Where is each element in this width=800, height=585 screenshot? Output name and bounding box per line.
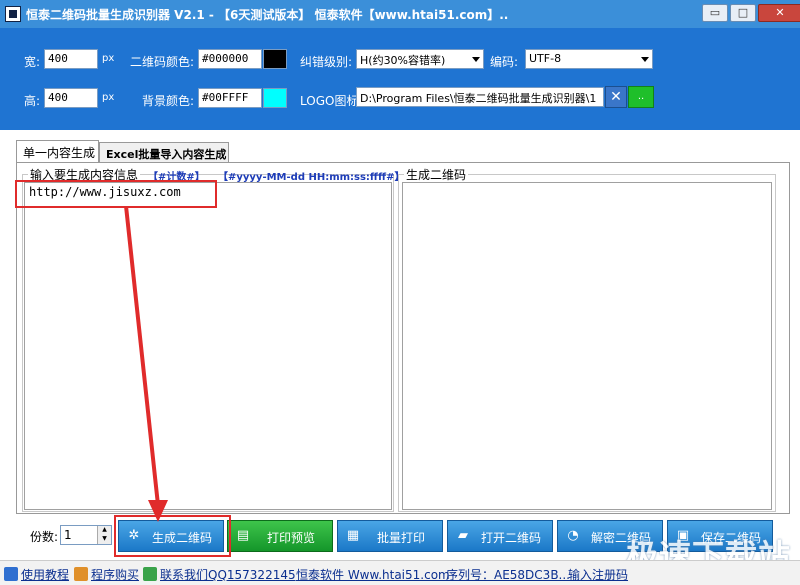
website-label: 恒泰软件 Www.htai51.com xyxy=(296,568,450,582)
copies-stepper[interactable]: 1 ▲ ▼ xyxy=(60,525,112,545)
qr-preview-area xyxy=(402,182,772,510)
qr-color-swatch[interactable] xyxy=(263,49,287,69)
window-title: 恒泰二维码批量生成识别器 V2.1 - 【6天测试版本】 恒泰软件【www.ht… xyxy=(26,8,509,22)
batch-printer-icon: ▦ xyxy=(346,528,360,543)
print-preview-label: 打印预览 xyxy=(266,531,315,545)
stepper-down-icon[interactable]: ▼ xyxy=(97,535,111,544)
cart-icon xyxy=(74,567,88,581)
width-unit: px xyxy=(102,53,115,64)
ec-level-value: H(约30%容错率) xyxy=(360,54,446,67)
open-qr-label: 打开二维码 xyxy=(480,531,541,545)
bg-color-input[interactable]: #00FFFF xyxy=(198,88,262,108)
copies-value: 1 xyxy=(64,528,72,542)
website-link[interactable]: 恒泰软件 Www.htai51.com xyxy=(296,566,450,583)
height-input[interactable]: 400 xyxy=(44,88,98,108)
clear-logo-icon[interactable]: ✕ xyxy=(605,86,627,108)
contact-label: 联系我们QQ157322145 xyxy=(160,568,296,582)
qr-color-label: 二维码颜色: xyxy=(130,55,195,69)
open-qr-button[interactable]: ▰ 打开二维码 xyxy=(447,520,553,552)
highlight-box-generate xyxy=(114,515,231,557)
enter-code-label: 输入注册码 xyxy=(568,568,629,582)
datetime-hint-link[interactable]: 【#yyyy-MM-dd HH:mm:ss:ffff#】 xyxy=(218,168,405,183)
folder-icon: ▰ xyxy=(458,528,468,543)
height-label: 高: xyxy=(24,94,41,108)
batch-print-button[interactable]: ▦ 批量打印 xyxy=(337,520,443,552)
tutorial-link[interactable]: 使用教程 xyxy=(4,566,69,583)
output-group-label: 生成二维码 xyxy=(404,166,469,183)
app-icon xyxy=(5,6,21,22)
contact-link[interactable]: 联系我们QQ157322145 xyxy=(143,566,296,583)
ec-level-select[interactable]: H(约30%容错率) xyxy=(356,49,484,69)
print-preview-button[interactable]: ▤ 打印预览 xyxy=(227,520,333,552)
title-bar: 恒泰二维码批量生成识别器 V2.1 - 【6天测试版本】 恒泰软件【www.ht… xyxy=(0,0,800,28)
batch-print-label: 批量打印 xyxy=(376,531,425,545)
qq-icon xyxy=(143,567,157,581)
encoding-label: 编码: xyxy=(490,55,519,69)
tab-excel-import[interactable]: Excel批量导入内容生成 xyxy=(99,142,229,164)
tutorial-label: 使用教程 xyxy=(21,568,70,582)
logo-path-input[interactable]: D:\Program Files\恒泰二维码批量生成识别器\1 xyxy=(356,87,604,107)
purchase-link[interactable]: 程序购买 xyxy=(74,566,139,583)
browse-logo-button[interactable]: .. xyxy=(628,86,654,108)
settings-panel: 宽: 400 px 二维码颜色: #000000 纠错级别: H(约30%容错率… xyxy=(0,28,800,130)
stepper-up-icon[interactable]: ▲ xyxy=(97,526,111,535)
content-textarea[interactable]: http://www.jisuxz.com xyxy=(24,182,392,510)
close-button[interactable]: ✕ xyxy=(758,4,800,22)
qr-color-input[interactable]: #000000 xyxy=(198,49,262,69)
enter-code-link[interactable]: 输入注册码 xyxy=(568,566,628,583)
chevron-down-icon xyxy=(641,57,649,62)
purchase-label: 程序购买 xyxy=(91,568,140,582)
printer-icon: ▤ xyxy=(236,528,250,543)
encoding-value: UTF-8 xyxy=(529,52,562,65)
serial-label: 序列号：AE58DC3B... xyxy=(446,568,570,582)
width-label: 宽: xyxy=(24,55,41,69)
status-bar: 使用教程 程序购买 联系我们QQ157322145 恒泰软件 Www.htai5… xyxy=(0,560,800,585)
serial-number-text: 序列号：AE58DC3B... xyxy=(446,566,570,583)
width-input[interactable]: 400 xyxy=(44,49,98,69)
help-icon xyxy=(4,567,18,581)
decode-icon: ◔ xyxy=(567,528,579,543)
highlight-box-content xyxy=(15,180,217,208)
encoding-select[interactable]: UTF-8 xyxy=(525,49,653,69)
bg-color-swatch[interactable] xyxy=(263,88,287,108)
tab-single-content[interactable]: 单一内容生成 xyxy=(16,140,99,163)
bg-color-label: 背景颜色: xyxy=(142,94,195,108)
minimize-button[interactable]: ▭ xyxy=(702,4,728,22)
chevron-down-icon xyxy=(472,57,480,62)
logo-label: LOGO图标: xyxy=(300,94,363,108)
copies-label: 份数: xyxy=(30,530,59,544)
height-unit: px xyxy=(102,92,115,103)
ec-level-label: 纠错级别: xyxy=(300,55,353,69)
maximize-button[interactable]: □ xyxy=(730,4,756,22)
